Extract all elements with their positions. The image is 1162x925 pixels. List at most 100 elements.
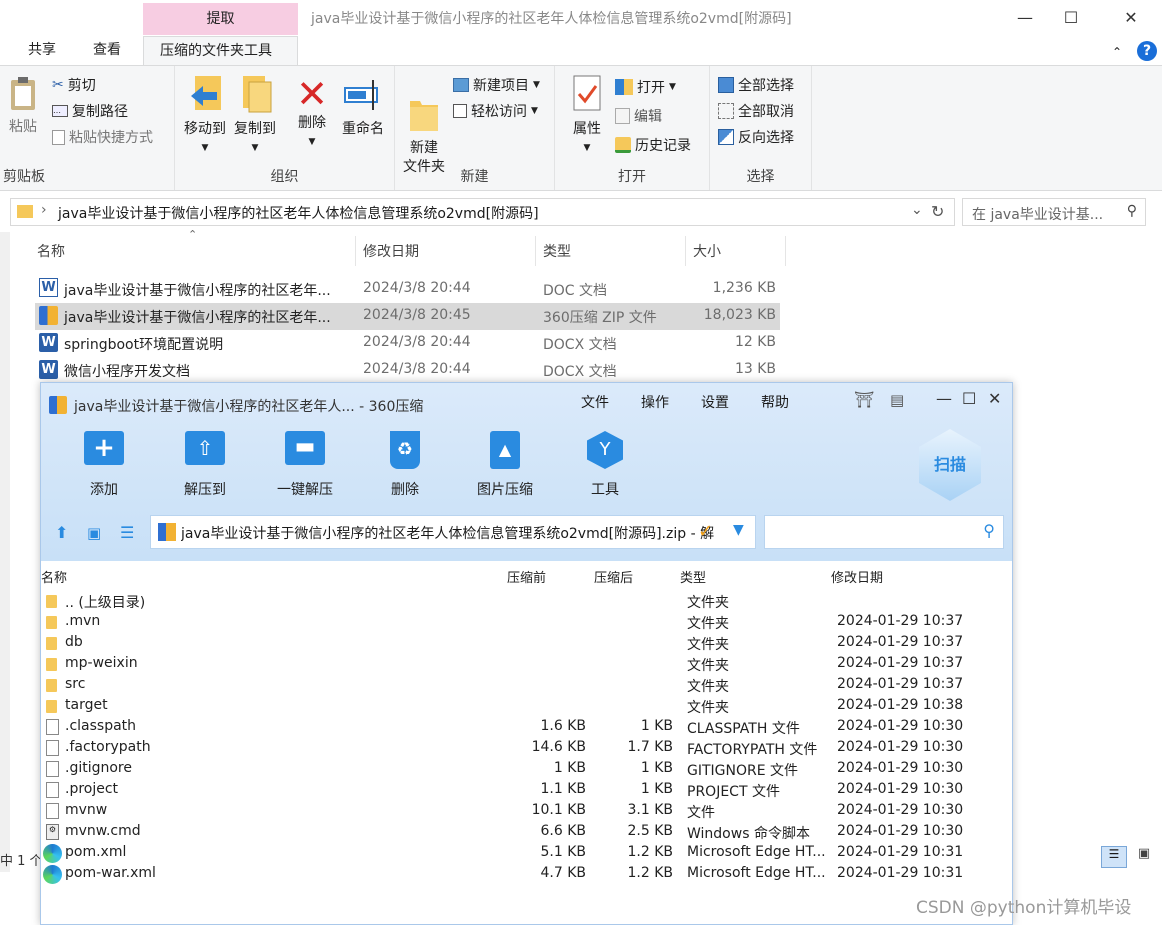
image-compress-button[interactable]: ▲ 图片压缩 bbox=[460, 431, 550, 499]
column-name[interactable]: 名称 bbox=[37, 238, 65, 266]
tab-share[interactable]: 共享 bbox=[28, 36, 56, 65]
zip-column-after[interactable]: 压缩后 bbox=[594, 567, 633, 586]
zip-column-before[interactable]: 压缩前 bbox=[507, 567, 546, 586]
zip-column-date[interactable]: 修改日期 bbox=[831, 567, 883, 586]
minimize-button[interactable]: — bbox=[1002, 4, 1048, 32]
zip-entry-row[interactable]: .gitignore 1 KB 1 KB GITIGNORE 文件 2024-01-29… bbox=[41, 759, 1012, 780]
zip-entry-date: 2024-01-29 10:31 bbox=[837, 865, 964, 881]
easy-access-button[interactable]: 轻松访问 ▼ bbox=[453, 101, 538, 121]
scan-button[interactable]: 扫描 bbox=[919, 429, 981, 501]
zip-entry-row[interactable]: db 文件夹 2024-01-29 10:37 bbox=[41, 633, 1012, 654]
zip-entry-row[interactable]: .classpath 1.6 KB 1 KB CLASSPATH 文件 2024-01-… bbox=[41, 717, 1012, 738]
new-item-button[interactable]: 新建项目 ▼ bbox=[453, 75, 540, 95]
menu-operation[interactable]: 操作 bbox=[641, 392, 669, 412]
collapse-ribbon-icon[interactable]: ⌃ bbox=[1112, 38, 1122, 67]
zip-maximize-button[interactable]: ☐ bbox=[962, 389, 976, 408]
zip-entry-type: Windows 命令脚本 bbox=[687, 826, 810, 842]
menu-settings[interactable]: 设置 bbox=[701, 392, 729, 412]
file-icon bbox=[46, 803, 59, 819]
one-click-extract-button[interactable]: ▬ 一键解压 bbox=[260, 431, 350, 499]
zip-entry-type: 文件夹 bbox=[687, 679, 729, 695]
column-date-modified[interactable]: 修改日期 bbox=[363, 238, 419, 266]
zip-entry-row[interactable]: src 文件夹 2024-01-29 10:37 bbox=[41, 675, 1012, 696]
copy-path-button[interactable]: … 复制路径 bbox=[52, 101, 128, 121]
help-icon[interactable]: ? bbox=[1137, 41, 1157, 61]
history-button[interactable]: 历史记录 bbox=[615, 135, 691, 155]
file-row[interactable]: W 微信小程序开发文档 2024/3/8 20:44 DOCX 文档 13 KB bbox=[35, 357, 780, 384]
zip-entry-row[interactable]: .factorypath 14.6 KB 1.7 KB FACTORYPATH 文件 2… bbox=[41, 738, 1012, 759]
open-icon bbox=[615, 79, 633, 95]
zip-column-type[interactable]: 类型 bbox=[680, 567, 706, 586]
zip-entry-type: Microsoft Edge HT... bbox=[687, 865, 826, 881]
zip-entry-row[interactable]: .. (上级目录) 文件夹 bbox=[41, 591, 1012, 612]
zip-close-button[interactable]: ✕ bbox=[988, 389, 1001, 408]
rename-button[interactable]: 重命名 bbox=[337, 74, 389, 139]
zip-entry-row[interactable]: .mvn 文件夹 2024-01-29 10:37 bbox=[41, 612, 1012, 633]
breadcrumb-chevron-icon[interactable]: › bbox=[41, 202, 47, 218]
delete-button[interactable]: ✕ 删除 ▼ bbox=[290, 74, 334, 152]
zip-entry-row[interactable]: pom-war.xml 4.7 KB 1.2 KB Microsoft Edge HT… bbox=[41, 864, 1012, 885]
zip-entry-row[interactable]: ⚙ mvnw.cmd 6.6 KB 2.5 KB Windows 命令脚本 2024-01… bbox=[41, 822, 1012, 843]
zip-search-input[interactable]: ⚲ bbox=[764, 515, 1004, 549]
column-type[interactable]: 类型 bbox=[543, 238, 571, 266]
select-none-button[interactable]: 全部取消 bbox=[718, 101, 794, 121]
paste-button[interactable]: 粘贴 bbox=[6, 76, 40, 137]
left-scrollbar[interactable] bbox=[0, 232, 10, 872]
select-none-icon bbox=[718, 103, 734, 119]
tab-view[interactable]: 查看 bbox=[93, 36, 121, 65]
zip-entry-date: 2024-01-29 10:30 bbox=[837, 802, 964, 818]
list-view-icon[interactable]: ☰ bbox=[120, 523, 134, 542]
maximize-button[interactable]: ☐ bbox=[1048, 4, 1094, 32]
path-dropdown-icon[interactable]: ▼ bbox=[733, 522, 744, 538]
zip-column-name[interactable]: 名称 bbox=[41, 567, 67, 586]
add-button[interactable]: + 添加 bbox=[59, 431, 149, 499]
extract-to-button[interactable]: ⇧ 解压到 bbox=[160, 431, 250, 499]
search-box[interactable]: 在 java毕业设计基... ⚲ bbox=[962, 198, 1146, 226]
file-row[interactable]: W springboot环境配置说明 2024/3/8 20:44 DOCX 文… bbox=[35, 330, 780, 357]
close-button[interactable]: ✕ bbox=[1108, 4, 1154, 32]
properties-button[interactable]: 属性 ▼ bbox=[565, 74, 609, 158]
tab-compressed-folder-tools[interactable]: 压缩的文件夹工具 bbox=[143, 36, 298, 65]
thumbnail-view-icon[interactable]: ▣ bbox=[87, 524, 101, 542]
file-row[interactable]: W java毕业设计基于微信小程序的社区老年... 2024/3/8 20:44… bbox=[35, 276, 780, 303]
large-icons-view-icon[interactable]: ▣ bbox=[1131, 846, 1157, 868]
copy-to-button[interactable]: 复制到 ▼ bbox=[230, 74, 280, 158]
copy-to-icon bbox=[243, 76, 272, 113]
move-to-button[interactable]: 移动到 ▼ bbox=[180, 74, 230, 158]
invert-selection-button[interactable]: 反向选择 bbox=[718, 127, 794, 147]
details-view-icon[interactable]: ☰ bbox=[1101, 846, 1127, 868]
cut-button[interactable]: ✂ 剪切 bbox=[52, 75, 96, 95]
zip-entry-type: CLASSPATH 文件 bbox=[687, 721, 800, 737]
edit-icon bbox=[615, 108, 630, 124]
refresh-icon[interactable]: ↻ bbox=[931, 202, 944, 221]
file-row-selected[interactable]: java毕业设计基于微信小程序的社区老年... 2024/3/8 20:45 3… bbox=[35, 303, 780, 330]
address-dropdown-icon[interactable]: ⌄ bbox=[911, 202, 923, 218]
zip-entry-date: 2024-01-29 10:30 bbox=[837, 739, 964, 755]
zip-path-bar[interactable]: java毕业设计基于微信小程序的社区老年人体检信息管理系统o2vmd[附源码].… bbox=[150, 515, 756, 549]
zip-entry-row[interactable]: .project 1.1 KB 1 KB PROJECT 文件 2024-01-29 1… bbox=[41, 780, 1012, 801]
zip-entry-row[interactable]: mp-weixin 文件夹 2024-01-29 10:37 bbox=[41, 654, 1012, 675]
tools-button[interactable]: Y 工具 bbox=[560, 431, 650, 499]
context-tab-extract[interactable]: 提取 bbox=[143, 3, 298, 35]
feedback-icon[interactable]: ▤ bbox=[890, 391, 904, 409]
zip-delete-button[interactable]: ♻ 删除 bbox=[360, 431, 450, 499]
paste-shortcut-button[interactable]: 粘贴快捷方式 bbox=[52, 127, 153, 147]
menu-file[interactable]: 文件 bbox=[581, 392, 609, 412]
address-bar[interactable]: › java毕业设计基于微信小程序的社区老年人体检信息管理系统o2vmd[附源码… bbox=[10, 198, 955, 226]
open-button[interactable]: 打开 ▼ bbox=[615, 77, 676, 97]
zip-entry-row[interactable]: target 文件夹 2024-01-29 10:38 bbox=[41, 696, 1012, 717]
folder-icon bbox=[46, 700, 57, 713]
folder-icon bbox=[46, 679, 57, 692]
organize-group: 移动到 ▼ 复制到 ▼ ✕ 删除 ▼ 重命名 组织 bbox=[175, 66, 395, 190]
edit-button[interactable]: 编辑 bbox=[615, 106, 662, 126]
skin-icon[interactable]: ⛩ bbox=[854, 390, 874, 409]
select-all-button[interactable]: 全部选择 bbox=[718, 75, 794, 95]
file-type: 360压缩 ZIP 文件 bbox=[543, 310, 657, 326]
zip-entry-row[interactable]: mvnw 10.1 KB 3.1 KB 文件 2024-01-29 10:30 bbox=[41, 801, 1012, 822]
menu-help[interactable]: 帮助 bbox=[761, 392, 789, 412]
up-folder-icon[interactable]: ⬆ bbox=[55, 523, 68, 542]
column-size[interactable]: 大小 bbox=[693, 238, 721, 266]
zip-minimize-button[interactable]: — bbox=[936, 389, 952, 408]
zip-entry-row[interactable]: pom.xml 5.1 KB 1.2 KB Microsoft Edge HT... 2… bbox=[41, 843, 1012, 864]
zip-search-icon[interactable]: ⚲ bbox=[983, 521, 995, 540]
